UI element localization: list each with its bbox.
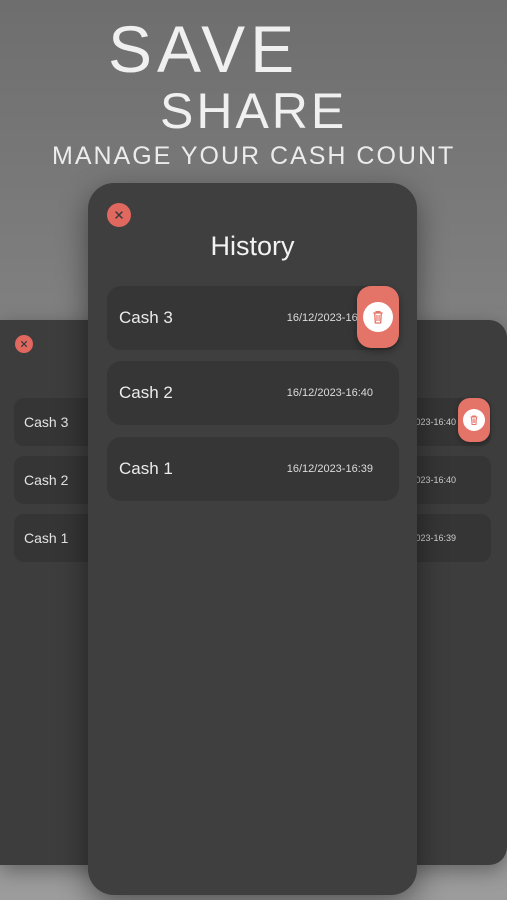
close-button[interactable]	[15, 335, 33, 353]
history-row[interactable]: Cash 3 16/12/2023-16:40	[107, 286, 399, 350]
history-row-date: 16/12/2023-16:40	[286, 387, 373, 399]
delete-button[interactable]	[357, 286, 399, 348]
hero-title-share: SHARE	[160, 83, 348, 139]
close-icon	[115, 211, 123, 219]
close-icon	[20, 340, 28, 348]
history-row[interactable]: Cash 1 16/12/2023-16:39	[107, 437, 399, 501]
trash-icon	[373, 311, 383, 324]
close-button[interactable]	[107, 203, 131, 227]
history-row-date: 16/12/2023-16:39	[286, 463, 373, 475]
history-row-name: Cash 3	[119, 308, 173, 327]
page-title: History	[210, 231, 295, 261]
history-row[interactable]: Cash 2 16/12/2023-16:40	[107, 361, 399, 425]
list-item-name: Cash 1	[24, 530, 69, 546]
hero-title-save: SAVE	[108, 12, 300, 86]
hero-subtitle: MANAGE YOUR CASH COUNT	[52, 142, 456, 170]
list-item-name: Cash 3	[24, 414, 69, 430]
history-row-name: Cash 2	[119, 383, 173, 402]
trash-icon	[470, 415, 478, 425]
history-card: History Cash 3 16/12/2023-16:40 Cash 2 1…	[88, 183, 417, 895]
delete-button[interactable]	[458, 398, 490, 442]
history-row-name: Cash 1	[119, 459, 173, 478]
list-item-name: Cash 2	[24, 472, 69, 488]
